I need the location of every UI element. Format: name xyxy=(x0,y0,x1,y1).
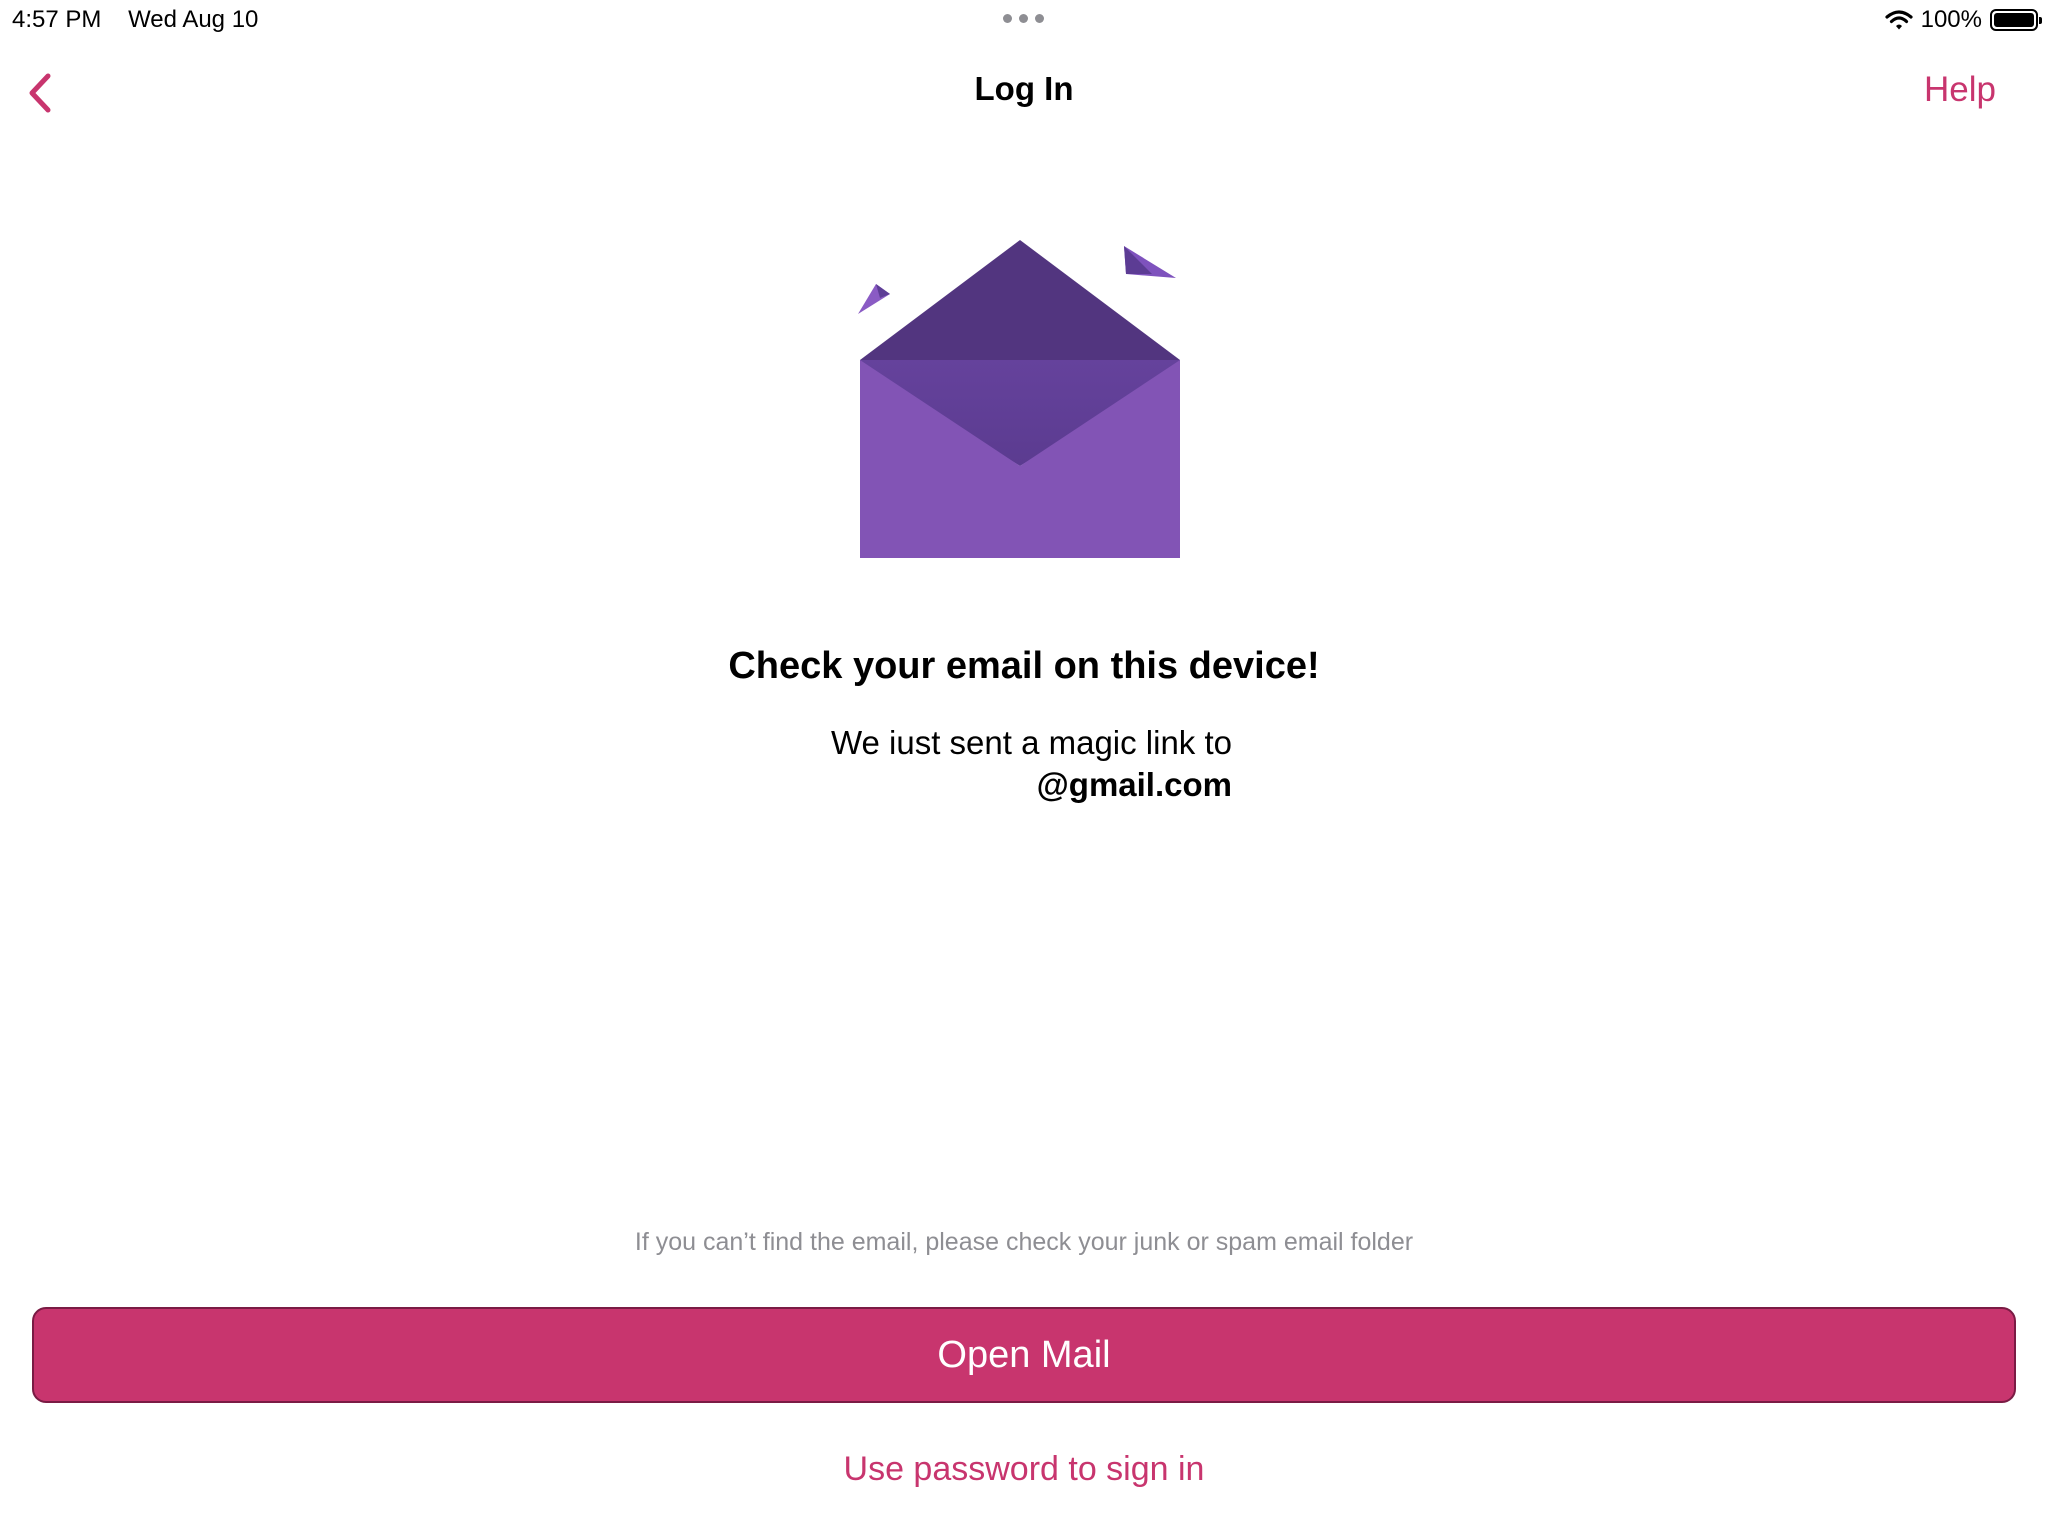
envelope-illustration xyxy=(858,240,1180,558)
battery-percent: 100% xyxy=(1920,6,1982,33)
headline: Check your email on this device! xyxy=(728,645,1320,687)
sent-message-text: We iust sent a magic link to xyxy=(830,724,1232,761)
battery-icon xyxy=(1990,9,2042,31)
use-password-link[interactable]: Use password to sign in xyxy=(0,1450,2048,1489)
paper-plane-right-icon xyxy=(1124,246,1176,278)
multitasking-dots-icon[interactable] xyxy=(1003,14,1044,23)
open-mail-label: Open Mail xyxy=(937,1333,1111,1376)
sent-message: We iust sent a magic link to @gmail.com xyxy=(818,722,1232,806)
status-bar-left: 4:57 PM Wed Aug 10 xyxy=(12,6,258,34)
status-time: 4:57 PM xyxy=(12,6,102,33)
page-title: Log In xyxy=(974,70,1074,107)
email-address: @gmail.com xyxy=(1036,766,1232,803)
paper-plane-left-icon xyxy=(858,284,890,314)
login-screen: 4:57 PM Wed Aug 10 100% Log In Help Chec… xyxy=(0,0,2048,1536)
open-mail-button[interactable]: Open Mail xyxy=(32,1307,2016,1403)
wifi-icon xyxy=(1885,10,1913,30)
junk-folder-hint: If you can’t find the email, please chec… xyxy=(634,1228,1414,1256)
status-date: Wed Aug 10 xyxy=(128,6,259,33)
status-bar-right: 100% xyxy=(1885,6,2042,34)
help-button[interactable]: Help xyxy=(1924,70,1996,110)
